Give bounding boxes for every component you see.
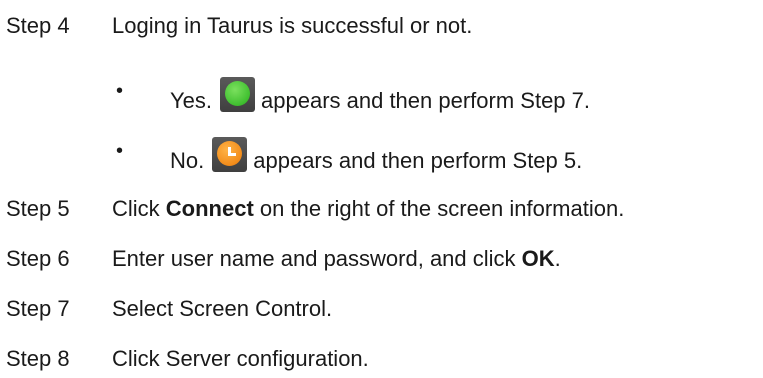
bullet-symbol: •: [116, 80, 124, 102]
bullet-yes-prefix: Yes.: [170, 88, 213, 113]
bullet-no-text: No. appears and then perform Step 5.: [170, 137, 582, 175]
step-6-bold: OK: [521, 246, 555, 271]
orange-clock-icon: [212, 137, 248, 172]
step-7: Step 7 Select Screen Control.: [6, 295, 332, 323]
step-8-text: Click Server configuration.: [112, 346, 369, 371]
bullet-symbol: •: [116, 140, 124, 162]
step-4-text: Loging in Taurus is successful or not.: [112, 13, 473, 38]
step-8-label: Step 8: [6, 346, 70, 371]
step-7-label: Step 7: [6, 296, 70, 321]
step-8: Step 8 Click Server configuration.: [6, 345, 369, 373]
bullet-yes-suffix: appears and then perform Step 7.: [261, 88, 591, 113]
bullet-no-suffix: appears and then perform Step 5.: [253, 148, 583, 173]
step-6-text-after: .: [554, 246, 561, 271]
step-5: Step 5 Click Connect on the right of the …: [6, 195, 624, 223]
bullet-yes-text: Yes. appears and then perform Step 7.: [170, 77, 590, 115]
bullet-no-prefix: No.: [170, 148, 205, 173]
step-5-text-after: on the right of the screen information.: [253, 196, 625, 221]
step-4-label: Step 4: [6, 13, 70, 38]
step-5-bold: Connect: [165, 196, 254, 221]
step-6: Step 6 Enter user name and password, and …: [6, 245, 561, 273]
green-status-icon: [220, 77, 256, 112]
step-5-text-before: Click: [112, 196, 166, 221]
step-6-label: Step 6: [6, 246, 70, 271]
step-5-label: Step 5: [6, 196, 70, 221]
step-6-text-before: Enter user name and password, and click: [112, 246, 522, 271]
step-4: Step 4 Loging in Taurus is successful or …: [6, 12, 472, 40]
step-7-text: Select Screen Control.: [112, 296, 333, 321]
